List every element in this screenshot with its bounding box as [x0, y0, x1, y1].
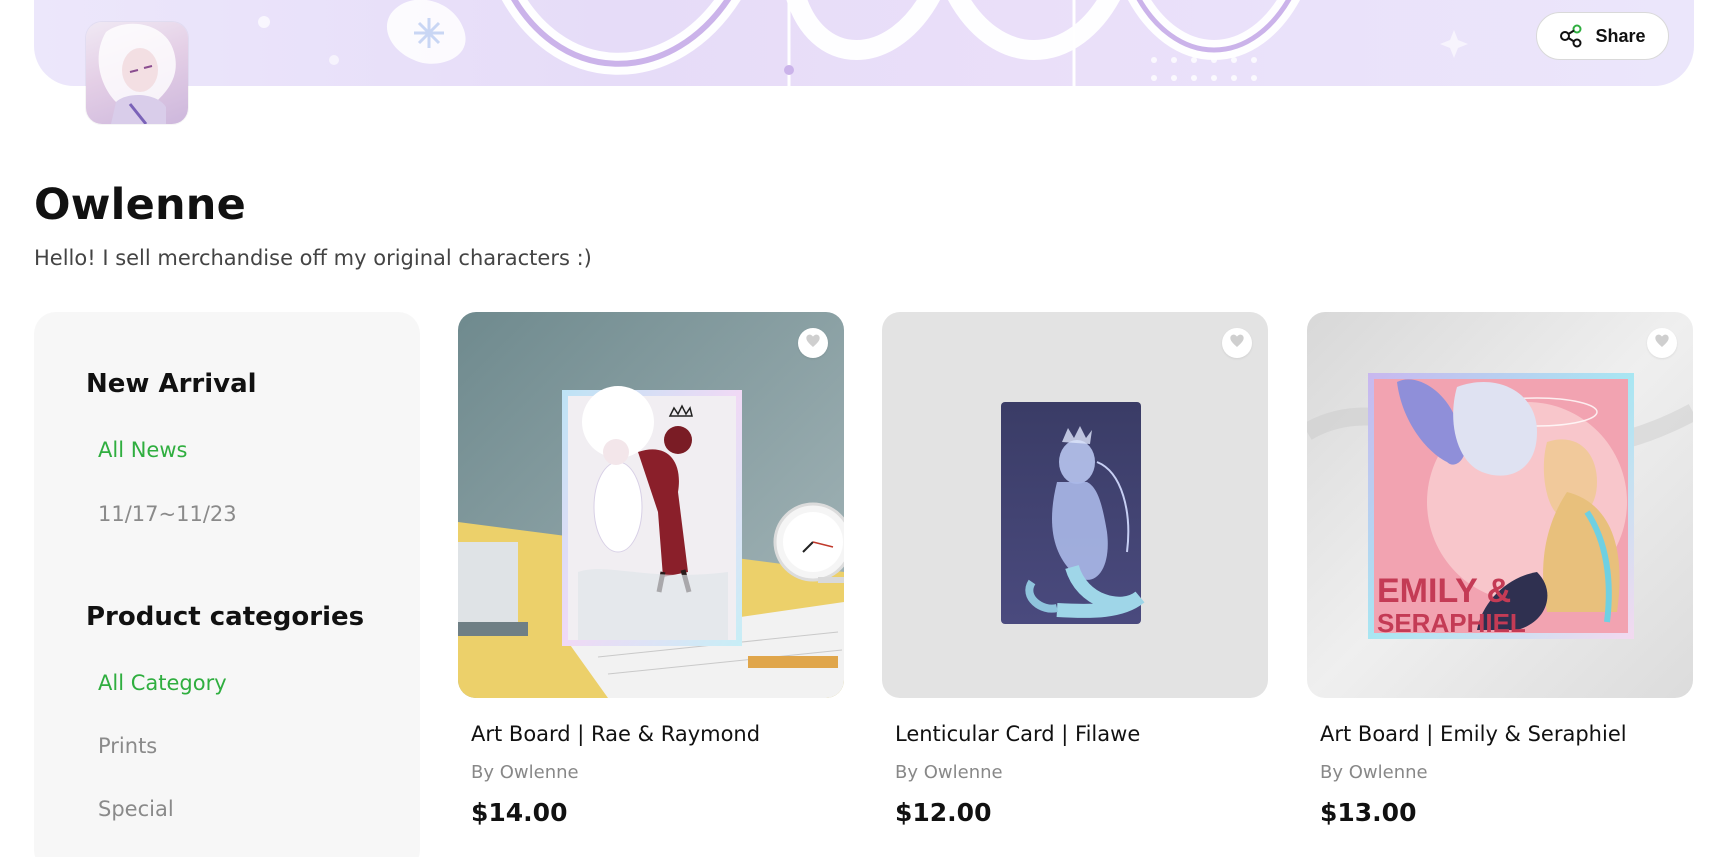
share-label: Share — [1595, 25, 1646, 46]
sidebar-item-special[interactable]: Special — [98, 797, 174, 821]
product-card[interactable]: Lenticular Card | Filawe By Owlenne $12.… — [882, 312, 1268, 827]
favorite-button[interactable] — [798, 328, 828, 358]
product-title[interactable]: Lenticular Card | Filawe — [895, 722, 1140, 746]
store-avatar[interactable] — [86, 22, 188, 124]
product-price: $14.00 — [471, 798, 568, 827]
sidebar-item-prints[interactable]: Prints — [98, 734, 157, 758]
store-name: Owlenne — [34, 180, 246, 230]
heart-icon — [1654, 333, 1670, 353]
product-seller: By Owlenne — [1320, 762, 1428, 783]
product-card[interactable]: EMILY & SERAPHIEL Art Board | Emily & Se… — [1307, 312, 1693, 827]
product-price: $13.00 — [1320, 798, 1417, 827]
favorite-button[interactable] — [1647, 328, 1677, 358]
product-seller: By Owlenne — [471, 762, 579, 783]
store-banner — [34, 0, 1694, 86]
product-title[interactable]: Art Board | Rae & Raymond — [471, 722, 760, 746]
sidebar-item-week[interactable]: 11/17~11/23 — [98, 502, 237, 526]
share-icon — [1559, 24, 1583, 48]
heart-icon — [1229, 333, 1245, 353]
new-arrival-heading: New Arrival — [86, 369, 257, 399]
product-categories-heading: Product categories — [86, 602, 365, 632]
category-sidebar: New Arrival All News 11/17~11/23 Product… — [34, 312, 420, 857]
sidebar-item-all-category[interactable]: All Category — [98, 671, 227, 695]
store-description: Hello! I sell merchandise off my origina… — [34, 246, 592, 270]
product-card[interactable]: Art Board | Rae & Raymond By Owlenne $14… — [458, 312, 844, 827]
sidebar-item-all-news[interactable]: All News — [98, 438, 187, 462]
art-text-line-1: EMILY & — [1377, 572, 1511, 610]
heart-icon — [805, 333, 821, 353]
product-image[interactable] — [882, 312, 1268, 698]
banner-artwork — [258, 0, 1468, 86]
product-seller: By Owlenne — [895, 762, 1003, 783]
product-image[interactable]: EMILY & SERAPHIEL — [1307, 312, 1693, 698]
share-button[interactable]: Share — [1536, 12, 1669, 60]
art-text-line-2: SERAPHIEL — [1377, 608, 1526, 638]
favorite-button[interactable] — [1222, 328, 1252, 358]
product-title[interactable]: Art Board | Emily & Seraphiel — [1320, 722, 1627, 746]
product-price: $12.00 — [895, 798, 992, 827]
product-image[interactable] — [458, 312, 844, 698]
